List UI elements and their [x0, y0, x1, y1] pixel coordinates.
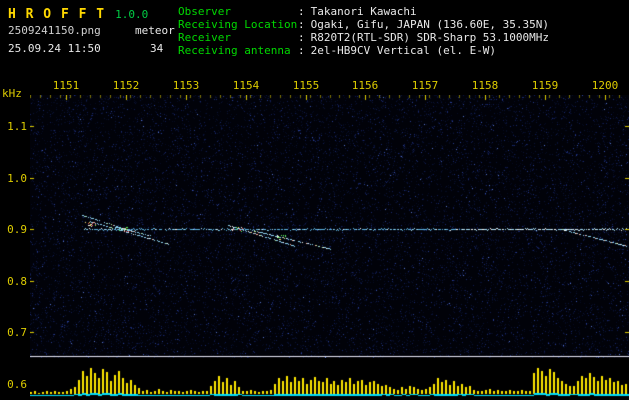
x-tick-label: 1158 [471, 79, 499, 92]
x-tick-label: 1156 [351, 79, 379, 92]
info-separator: : [298, 18, 305, 31]
y-tick-label: 0.8 [7, 275, 27, 288]
info-value: R820T2(RTL-SDR) SDR-Sharp 53.1000MHz [310, 31, 550, 44]
x-tick-label: 1153 [172, 79, 200, 92]
spectrogram-canvas [30, 95, 629, 358]
y-tick-label: 0.9 [7, 223, 27, 236]
info-separator: : [298, 44, 305, 57]
info-label: Observer [178, 5, 231, 18]
echo-count: 34 [150, 42, 164, 55]
title-row: H R O F F T 1.0.0 [8, 3, 148, 22]
info-separator: : [298, 5, 305, 18]
x-tick-label: 1151 [52, 79, 80, 92]
info-row-observer: Observer: Takanori Kawachi [178, 5, 549, 18]
activity-histogram-canvas [30, 364, 629, 398]
info-value: Ogaki, Gifu, JAPAN (136.60E, 35.35N) [310, 18, 550, 31]
x-tick-label: 1200 [591, 79, 619, 92]
observation-mode: meteor [135, 24, 175, 37]
info-separator: : [298, 31, 305, 44]
y-tick-label: 0.7 [7, 326, 27, 339]
info-value: Takanori Kawachi [310, 5, 417, 18]
info-label: Receiver [178, 31, 231, 44]
x-tick-label: 1157 [411, 79, 439, 92]
x-tick-label: 1154 [232, 79, 260, 92]
hrofft-screen: H R O F F T 1.0.0 2509241150.png meteor 2… [0, 0, 629, 400]
app-version: 1.0.0 [115, 8, 149, 21]
info-label: Receiving Location [178, 18, 298, 31]
x-tick-label: 1155 [292, 79, 320, 92]
y-tick-label: 1.1 [7, 120, 27, 133]
x-tick-label: 1152 [112, 79, 140, 92]
x-tick-label: 1159 [531, 79, 559, 92]
info-row-antenna: Receiving antenna:2el-HB9CV Vertical (el… [178, 44, 549, 57]
y-tick-label: 0.6 [7, 378, 27, 391]
info-row-location: Receiving Location: Ogaki, Gifu, JAPAN (1… [178, 18, 549, 31]
info-row-receiver: Receiver: R820T2(RTL-SDR) SDR-Sharp 53.10… [178, 31, 549, 44]
station-info: Observer: Takanori Kawachi Receiving Loca… [178, 5, 549, 57]
x-axis: 1151 1152 1153 1154 1155 1156 1157 1158 1159 1200 [30, 79, 629, 92]
y-tick-label: 1.0 [7, 172, 27, 185]
y-axis: 1.1 1.0 0.9 0.8 0.7 0.6 [0, 0, 27, 400]
info-label: Receiving antenna [178, 44, 291, 57]
info-value: 2el-HB9CV Vertical (el. E-W) [310, 44, 497, 57]
